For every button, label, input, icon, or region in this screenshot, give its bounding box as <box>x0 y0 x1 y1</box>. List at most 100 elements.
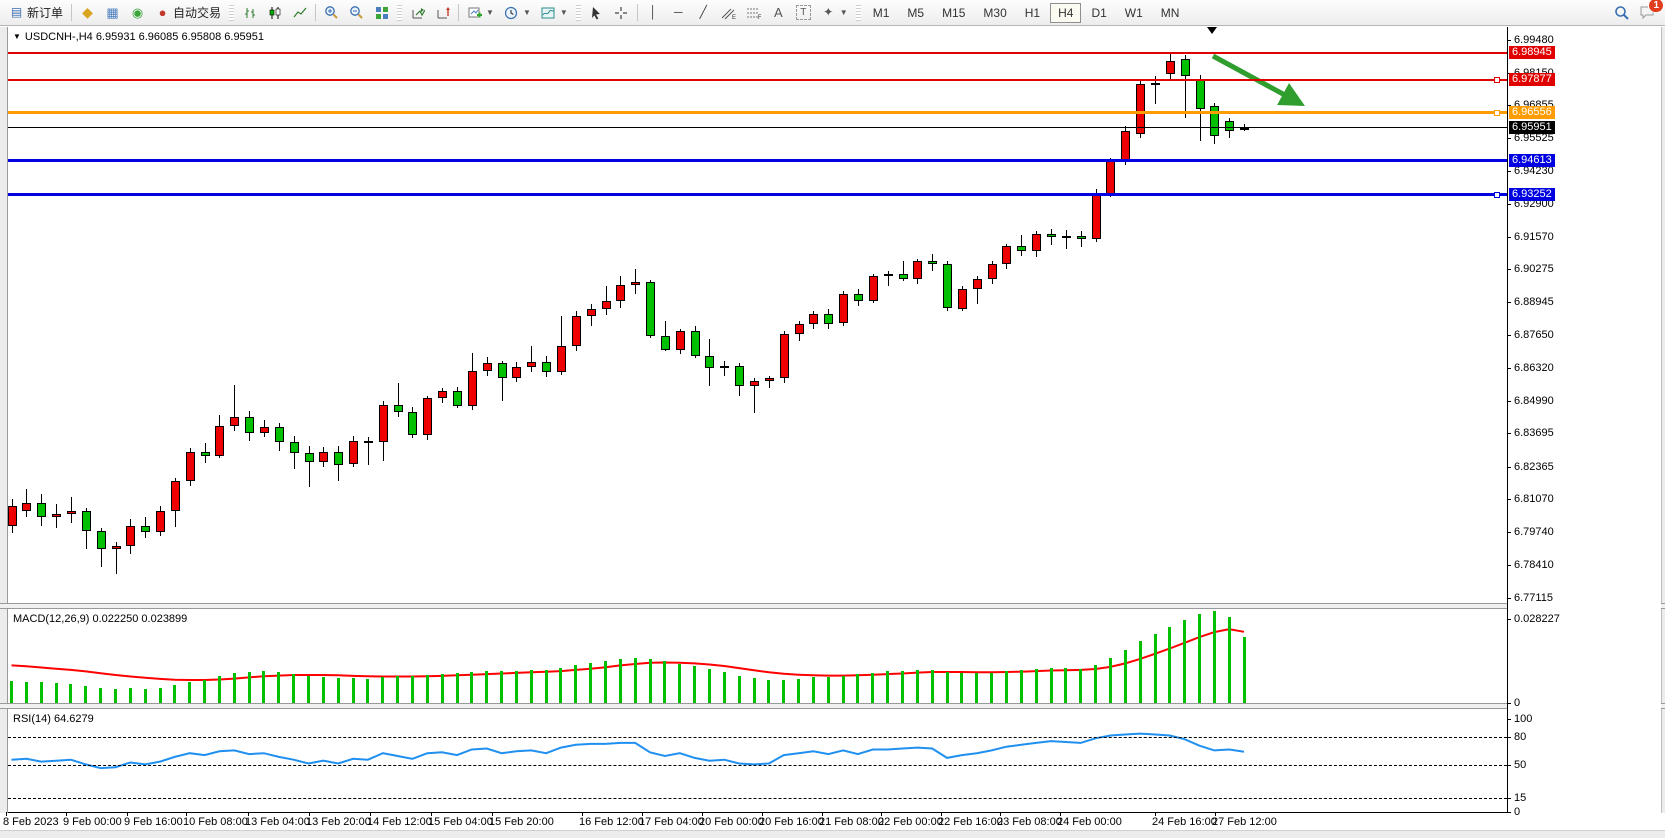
candle <box>616 285 625 301</box>
candle <box>958 289 967 309</box>
rsi-tick <box>1507 765 1511 766</box>
strategy-signal-button[interactable]: ◉ <box>125 1 150 24</box>
fibonacci-tool-button[interactable]: F <box>741 1 766 24</box>
price-line-marker[interactable] <box>1494 110 1500 116</box>
market-watch-button[interactable]: ◆ <box>75 1 100 24</box>
price-tick <box>1507 368 1511 369</box>
indicator-list-button[interactable] <box>405 1 430 24</box>
candle <box>67 511 76 515</box>
arrows-tool-button[interactable]: ✦ ▼ <box>816 1 853 24</box>
time-label: 23 Feb 08:00 <box>997 816 1062 828</box>
tile-windows-button[interactable] <box>369 1 394 24</box>
price-line[interactable] <box>8 193 1507 196</box>
candle <box>1017 246 1026 251</box>
price-line[interactable] <box>8 52 1507 54</box>
macd-histogram-bar <box>456 673 459 703</box>
time-label: 27 Feb 12:00 <box>1212 816 1277 828</box>
template-button[interactable]: ▼ <box>536 1 573 24</box>
rsi-pane[interactable] <box>8 709 1507 812</box>
symbol-dropdown-icon[interactable]: ▼ <box>13 32 21 41</box>
bar-chart-mode-button[interactable] <box>237 1 262 24</box>
macd-histogram-bar <box>262 671 265 703</box>
zoom-out-icon <box>349 5 364 20</box>
new-order-button[interactable]: ▤ 新订单 <box>4 1 68 24</box>
candle <box>1181 59 1190 77</box>
candle <box>8 506 17 526</box>
price-line[interactable] <box>8 111 1507 114</box>
macd-histogram-bar <box>352 678 355 703</box>
timeframe-button-m5[interactable]: M5 <box>899 3 932 23</box>
vertical-line-tool-button[interactable]: │ <box>641 1 666 24</box>
candle <box>1121 131 1130 161</box>
timeframe-button-m15[interactable]: M15 <box>934 3 973 23</box>
candle <box>854 294 863 302</box>
horizontal-line-tool-button[interactable]: ─ <box>666 1 691 24</box>
trendline-tool-button[interactable]: ╱ <box>691 1 716 24</box>
candle-chart-mode-button[interactable] <box>262 1 287 24</box>
macd-histogram-bar <box>188 682 191 703</box>
timeframe-button-h4[interactable]: H4 <box>1050 3 1081 23</box>
macd-histogram-bar <box>1094 665 1097 703</box>
vertical-line-icon: │ <box>646 5 661 20</box>
macd-histogram-bar <box>1154 634 1157 704</box>
period-button[interactable]: ▼ <box>499 1 536 24</box>
price-line-marker[interactable] <box>1494 77 1500 83</box>
line-chart-icon <box>292 5 307 20</box>
clock-icon <box>504 5 519 20</box>
price-line-badge: 6.94613 <box>1509 154 1555 167</box>
window-right-border <box>1661 27 1665 830</box>
window-bottom-border <box>0 830 1665 838</box>
macd-histogram-bar <box>366 679 369 703</box>
candle <box>245 417 254 433</box>
candle <box>112 546 121 550</box>
macd-histogram-bar <box>1243 637 1246 704</box>
text-label-tool-button[interactable]: T <box>791 1 816 24</box>
text-tool-button[interactable]: A <box>766 1 791 24</box>
candle <box>884 274 893 277</box>
candle <box>735 366 744 386</box>
timeframe-button-m1[interactable]: M1 <box>865 3 898 23</box>
macd-histogram-bar <box>277 672 280 703</box>
timeframe-button-w1[interactable]: W1 <box>1117 3 1151 23</box>
channel-tool-button[interactable]: E <box>716 1 741 24</box>
candle <box>305 453 314 462</box>
candle <box>691 331 700 356</box>
price-axis[interactable] <box>1508 27 1661 812</box>
price-tick <box>1507 598 1511 599</box>
price-tick-label: 6.88945 <box>1514 296 1554 308</box>
timeframe-button-m30[interactable]: M30 <box>975 3 1014 23</box>
price-line[interactable] <box>8 79 1507 81</box>
candle <box>156 511 165 532</box>
price-tick <box>1507 302 1511 303</box>
chart-shift-button[interactable] <box>430 1 455 24</box>
new-chart-button[interactable]: ▼ <box>462 1 499 24</box>
candle <box>201 452 210 456</box>
price-tick-label: 6.81070 <box>1514 493 1554 505</box>
notifications-button[interactable]: 1 <box>1634 1 1659 24</box>
price-line-badge: 6.97877 <box>1509 73 1555 86</box>
rsi-tick <box>1507 812 1511 813</box>
price-line-badge: 6.95951 <box>1509 121 1555 134</box>
macd-histogram-bar <box>767 680 770 703</box>
chart-forward-icon <box>410 5 425 20</box>
timeframe-button-h1[interactable]: H1 <box>1017 3 1048 23</box>
candle <box>661 336 670 350</box>
data-window-button[interactable]: ▦ <box>100 1 125 24</box>
macd-histogram-bar <box>678 664 681 703</box>
price-line[interactable] <box>8 127 1507 128</box>
autotrade-button[interactable]: ● 自动交易 <box>150 1 226 24</box>
timeframe-button-d1[interactable]: D1 <box>1083 3 1114 23</box>
crosshair-tool-button[interactable] <box>609 1 634 24</box>
price-tick-label: 6.79740 <box>1514 526 1554 538</box>
timeframe-button-mn[interactable]: MN <box>1153 3 1188 23</box>
search-button[interactable] <box>1609 1 1634 24</box>
zoom-in-button[interactable] <box>319 1 344 24</box>
price-line[interactable] <box>8 159 1507 162</box>
candle-wick <box>724 361 725 376</box>
cursor-tool-button[interactable] <box>584 1 609 24</box>
macd-histogram-bar <box>1124 650 1127 703</box>
price-line-marker[interactable] <box>1494 192 1500 198</box>
line-chart-mode-button[interactable] <box>287 1 312 24</box>
toolbar-separator <box>637 4 638 21</box>
zoom-out-button[interactable] <box>344 1 369 24</box>
